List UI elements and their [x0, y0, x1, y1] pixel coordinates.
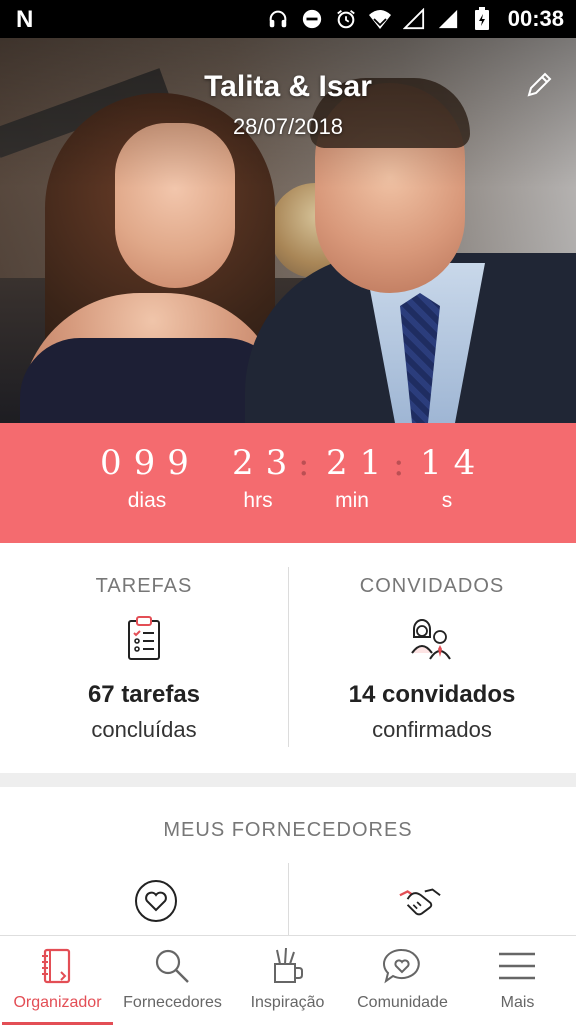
- do-not-disturb-icon: [300, 7, 324, 31]
- couple-guests-icon: [411, 619, 451, 660]
- signal-icon: [436, 7, 460, 31]
- tasks-card[interactable]: TAREFAS 67 tarefas concluídas: [0, 543, 288, 773]
- countdown-banner: 099 23 : 21 : 14 dias hrs min s: [0, 423, 576, 543]
- nav-label: Organizador: [13, 994, 102, 1011]
- chat-heart-icon: [383, 948, 420, 984]
- pencil-icon: [527, 72, 552, 97]
- divider: [288, 863, 289, 943]
- nav-item-fornecedores[interactable]: Fornecedores: [115, 936, 230, 1025]
- vendor-item[interactable]: [398, 879, 442, 923]
- nav-item-inspiracao[interactable]: Inspiração: [230, 936, 345, 1025]
- vendors-title: MEUS FORNECEDORES: [163, 819, 413, 841]
- vendor-item[interactable]: [134, 879, 178, 923]
- tasks-title: TAREFAS: [95, 575, 193, 597]
- countdown-seconds-label: s: [441, 489, 453, 512]
- wedding-date: 28/07/2018: [232, 114, 344, 139]
- countdown-hours: 23: [232, 443, 300, 483]
- guests-title: CONVIDADOS: [359, 575, 505, 597]
- vendors-section: MEUS FORNECEDORES: [0, 787, 576, 943]
- section-separator: [0, 773, 576, 787]
- nav-label: Mais: [500, 994, 535, 1011]
- guests-count: 14 convidados: [348, 681, 516, 708]
- countdown-separator: :: [298, 444, 310, 484]
- handshake-icon: [399, 888, 441, 916]
- countdown-separator: :: [393, 444, 405, 484]
- clock: 00:38: [507, 6, 564, 31]
- nav-label: Comunidade: [357, 994, 448, 1011]
- countdown-days: 099: [100, 443, 201, 483]
- signal-empty-icon: [402, 7, 426, 31]
- search-icon: [155, 949, 189, 983]
- countdown-hours-label: hrs: [243, 489, 273, 512]
- pencil-cup-icon: [274, 947, 303, 983]
- couple-names: Talita & Isar: [204, 70, 372, 103]
- stats-section: TAREFAS 67 tarefas concluídas CONVIDADOS…: [0, 543, 576, 773]
- nav-label: Fornecedores: [123, 994, 222, 1011]
- guests-subtitle: confirmados: [372, 717, 492, 742]
- checklist-clipboard-icon: [128, 616, 160, 660]
- bottom-navigation: Organizador Fornecedores Inspiração Comu…: [0, 935, 576, 1025]
- wifi-icon: [368, 7, 392, 31]
- countdown-days-label: dias: [127, 489, 167, 512]
- status-bar: N 00:38: [0, 0, 576, 38]
- alarm-icon: [334, 7, 358, 31]
- nav-label: Inspiração: [250, 994, 325, 1011]
- heart-circle-icon: [135, 880, 177, 922]
- nav-item-organizador[interactable]: Organizador: [0, 936, 115, 1025]
- menu-icon: [499, 952, 535, 980]
- tasks-subtitle: concluídas: [91, 717, 197, 742]
- status-icons: 00:38: [266, 0, 564, 38]
- notification-n-icon: N: [16, 6, 34, 33]
- countdown-minutes: 21: [326, 443, 394, 483]
- countdown-seconds: 14: [420, 443, 488, 483]
- nav-item-comunidade[interactable]: Comunidade: [345, 936, 460, 1025]
- nav-item-mais[interactable]: Mais: [460, 936, 575, 1025]
- headphones-icon: [266, 7, 290, 31]
- battery-icon: [470, 7, 494, 31]
- tasks-count: 67 tarefas: [87, 681, 201, 708]
- notebook-icon: [42, 948, 71, 984]
- countdown-minutes-label: min: [335, 489, 369, 512]
- guests-card[interactable]: CONVIDADOS 14 convidados confirmados: [288, 543, 576, 773]
- edit-button[interactable]: [522, 68, 556, 102]
